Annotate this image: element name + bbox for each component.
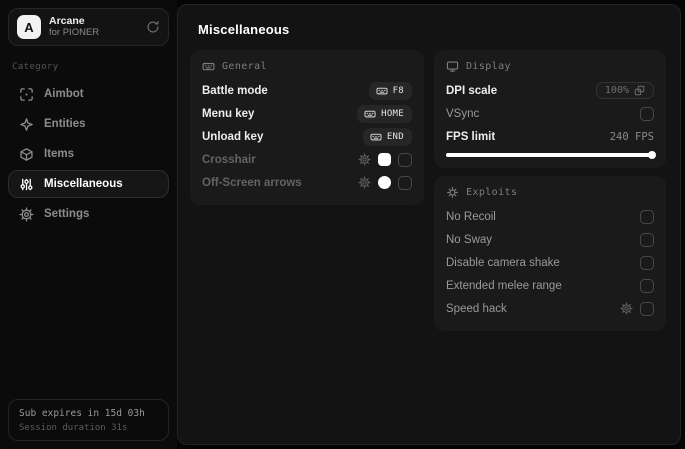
menu-key-keybind-button[interactable]: HOME (357, 104, 412, 123)
dpi-scale-value: 100% (604, 85, 629, 96)
session-duration-text: Session duration 31s (19, 423, 128, 433)
setting-label: Crosshair (202, 153, 256, 166)
app-name: Arcane (49, 15, 85, 27)
vsync-checkbox[interactable] (640, 106, 654, 121)
keybind-value: F8 (392, 85, 404, 96)
keyboard-icon (364, 108, 376, 120)
fps-slider-knob[interactable] (648, 151, 656, 159)
display-card-header: Display (446, 60, 654, 73)
sub-expires-text: Sub expires in 15d 03h (19, 408, 145, 419)
no-recoil-checkbox[interactable] (640, 209, 654, 224)
resize-scale-icon (634, 85, 645, 96)
setting-label: FPS limit (446, 130, 496, 143)
fps-slider-fill (446, 151, 656, 159)
speed-hack-checkbox[interactable] (640, 301, 654, 316)
crosshair-checkbox[interactable] (398, 152, 412, 167)
subscription-info-box: Sub expires in 15d 03h Session duration … (8, 399, 169, 441)
setting-row-disable-camera-shake: Disable camera shake (446, 251, 654, 274)
app-window: A Arcane for PIONER Category Aimbot Enti… (0, 0, 685, 449)
extended-melee-range-checkbox[interactable] (640, 278, 654, 293)
main-panel: Miscellaneous General Battle mode F8 Men… (177, 4, 681, 445)
setting-row-fps-limit: FPS limit 240 FPS (446, 125, 654, 148)
setting-label: DPI scale (446, 84, 498, 97)
category-nav: Aimbot Entities Items Miscellaneous Sett… (8, 80, 169, 228)
general-card-header: General (202, 60, 412, 73)
app-brand-text: Arcane for PIONER (49, 15, 138, 39)
virus-icon (446, 186, 459, 199)
setting-label: Speed hack (446, 302, 507, 315)
setting-row-offscreen-arrows: Off-Screen arrows (202, 171, 412, 194)
unload-key-keybind-button[interactable]: END (362, 127, 412, 146)
setting-label: VSync (446, 107, 480, 120)
setting-row-speed-hack: Speed hack (446, 297, 654, 320)
sliders-icon (19, 177, 34, 192)
setting-row-dpi-scale: DPI scale 100% (446, 79, 654, 102)
fps-limit-value: 240 FPS (609, 130, 654, 143)
setting-row-crosshair: Crosshair (202, 148, 412, 171)
exploits-card: Exploits No Recoil No Sway Disable camer… (434, 176, 666, 331)
setting-row-battle-mode: Battle mode F8 (202, 79, 412, 102)
setting-row-menu-key: Menu key HOME (202, 102, 412, 125)
entities-sparkle-icon (19, 117, 34, 132)
display-card: Display DPI scale 100% VSync FPS limit 2… (434, 50, 666, 168)
keybind-value: END (386, 131, 404, 142)
sidebar-item-label: Settings (44, 208, 90, 220)
gear-icon (19, 206, 34, 222)
setting-row-unload-key: Unload key END (202, 125, 412, 148)
setting-label: Disable camera shake (446, 256, 560, 269)
setting-row-no-sway: No Sway (446, 228, 654, 251)
general-card: General Battle mode F8 Menu key HOME Unl… (190, 50, 424, 205)
keyboard-icon (376, 85, 388, 97)
setting-row-extended-melee-range: Extended melee range (446, 274, 654, 297)
sidebar: A Arcane for PIONER Category Aimbot Enti… (0, 0, 177, 449)
general-card-title: General (222, 61, 267, 72)
package-icon (19, 147, 34, 162)
dpi-scale-selector[interactable]: 100% (595, 82, 654, 99)
app-brand-card: A Arcane for PIONER (8, 8, 169, 46)
sidebar-item-settings[interactable]: Settings (8, 200, 169, 228)
gear-icon[interactable] (620, 302, 633, 315)
sidebar-item-aimbot[interactable]: Aimbot (8, 80, 169, 108)
fps-limit-slider[interactable] (446, 151, 656, 159)
sidebar-item-label: Miscellaneous (44, 178, 123, 190)
app-logo: A (17, 15, 41, 39)
gear-icon[interactable] (358, 176, 371, 189)
page-title: Miscellaneous (198, 22, 290, 37)
cards-container: General Battle mode F8 Menu key HOME Unl… (178, 50, 680, 343)
gear-icon[interactable] (358, 153, 371, 166)
crosshair-scan-icon (19, 87, 34, 102)
no-sway-checkbox[interactable] (640, 232, 654, 247)
setting-label: No Sway (446, 233, 493, 246)
sidebar-item-label: Aimbot (44, 88, 84, 100)
setting-label: No Recoil (446, 210, 496, 223)
category-label: Category (12, 62, 59, 72)
crosshair-color-swatch[interactable] (378, 153, 391, 166)
offscreen-arrows-color-swatch[interactable] (378, 176, 391, 189)
sync-icon[interactable] (146, 20, 160, 34)
exploits-card-title: Exploits (466, 187, 518, 198)
battle-mode-keybind-button[interactable]: F8 (368, 81, 412, 100)
setting-label: Off-Screen arrows (202, 176, 302, 189)
keyboard-icon (370, 131, 382, 143)
sidebar-item-miscellaneous[interactable]: Miscellaneous (8, 170, 169, 198)
sidebar-item-items[interactable]: Items (8, 140, 169, 168)
exploits-card-header: Exploits (446, 186, 654, 199)
sidebar-item-label: Items (44, 148, 75, 160)
offscreen-arrows-checkbox[interactable] (398, 175, 412, 190)
setting-label: Extended melee range (446, 279, 562, 292)
app-subtitle: for PIONER (49, 27, 100, 39)
sidebar-item-entities[interactable]: Entities (8, 110, 169, 138)
sidebar-item-label: Entities (44, 118, 86, 130)
setting-label: Menu key (202, 107, 255, 120)
display-card-title: Display (466, 61, 511, 72)
setting-label: Unload key (202, 130, 264, 143)
setting-row-vsync: VSync (446, 102, 654, 125)
disable-camera-shake-checkbox[interactable] (640, 255, 654, 270)
keyboard-icon (202, 60, 215, 73)
setting-label: Battle mode (202, 84, 268, 97)
keybind-value: HOME (381, 108, 404, 119)
setting-row-no-recoil: No Recoil (446, 205, 654, 228)
monitor-icon (446, 60, 459, 73)
